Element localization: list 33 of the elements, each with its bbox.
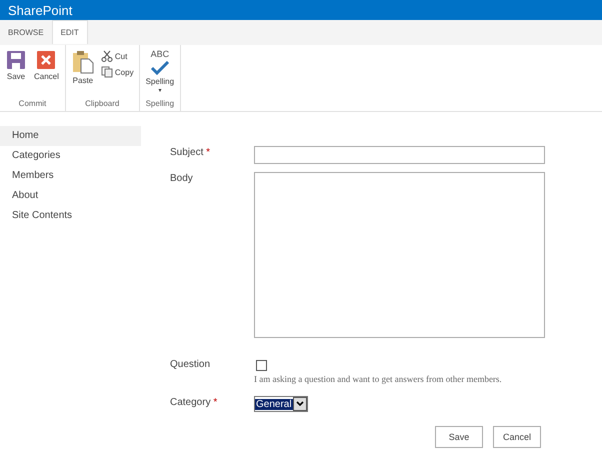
- group-label: Commit: [18, 99, 48, 110]
- nav-link[interactable]: Members: [0, 166, 141, 186]
- form-button[interactable]: Cancel: [493, 426, 541, 448]
- copy-icon: [100, 66, 113, 78]
- group-label: Clipboard: [84, 99, 120, 110]
- checkbox[interactable]: [256, 360, 267, 371]
- checkmark-icon: [150, 61, 170, 75]
- app-title: SharePoint: [8, 2, 72, 18]
- abc-label: ABC: [150, 50, 170, 59]
- text-field[interactable]: [254, 146, 545, 164]
- cancel-button[interactable]: Cancel: [31, 48, 62, 99]
- cut-button[interactable]: Cut: [98, 50, 136, 62]
- dropdown[interactable]: General: [254, 396, 308, 412]
- chevron-down-icon: [296, 401, 304, 407]
- nav-link[interactable]: Site Contents: [0, 206, 141, 226]
- field-label: Subject *: [170, 146, 212, 160]
- nav-link[interactable]: About: [0, 186, 141, 206]
- ribbon-tab[interactable]: EDIT: [52, 20, 88, 44]
- clipboard-icon: [72, 50, 94, 74]
- form-button[interactable]: Save: [435, 426, 483, 448]
- nav-link[interactable]: Home: [0, 126, 141, 146]
- paste-button[interactable]: Paste: [68, 48, 97, 99]
- scissors-icon: [100, 50, 113, 62]
- nav-link[interactable]: Categories: [0, 146, 141, 166]
- group-label: Spelling: [144, 99, 176, 110]
- copy-button[interactable]: Copy: [98, 66, 136, 78]
- field-label: Category *: [170, 396, 218, 410]
- save-button[interactable]: Save: [3, 48, 29, 99]
- cancel-icon: [36, 50, 56, 70]
- field-label: Body: [170, 172, 194, 186]
- ribbon-tab[interactable]: BROWSE: [0, 20, 52, 44]
- field-label: Question: [170, 358, 212, 372]
- help-text: I am asking a question and want to get answers from other members.: [254, 374, 502, 384]
